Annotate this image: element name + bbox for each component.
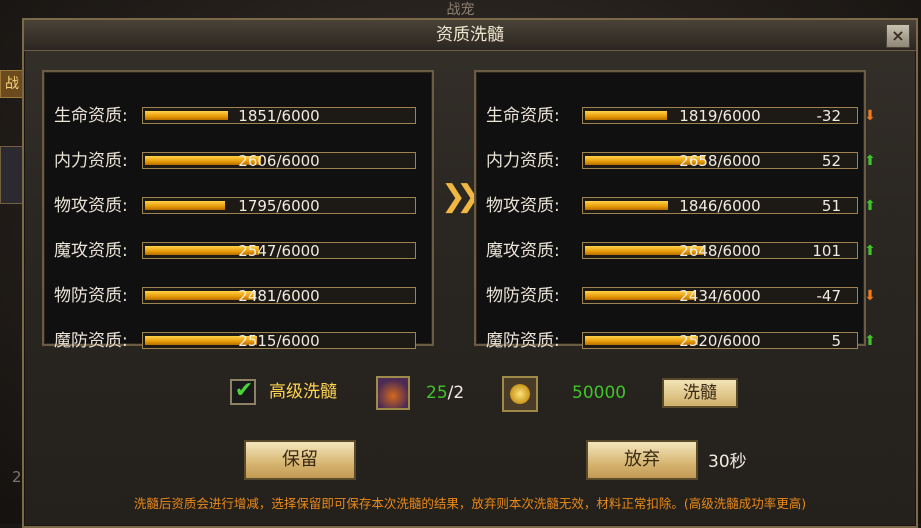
result-row: 生命资质: 1819/6000 -32 ⬇ bbox=[476, 104, 876, 128]
stat-bar: 1819/6000 -32 bbox=[582, 107, 858, 124]
current-row: 物攻资质: 1795/6000 bbox=[44, 194, 432, 218]
arrow-down-icon: ⬇ bbox=[864, 288, 876, 304]
close-button[interactable]: × bbox=[886, 24, 910, 48]
stat-label: 物防资质: bbox=[54, 286, 128, 306]
stat-label: 生命资质: bbox=[486, 106, 560, 126]
dialog-title-bar: 资质洗髓 × bbox=[24, 20, 916, 51]
keep-button[interactable]: 保留 bbox=[244, 440, 356, 480]
current-row: 内力资质: 2606/6000 bbox=[44, 149, 432, 173]
wash-cost-bar: ✔ 高级洗髓 25/2 50000 洗髓 bbox=[216, 372, 776, 412]
potion-need: /2 bbox=[447, 383, 465, 403]
current-aptitude-panel: 生命资质: 1851/6000 内力资质: 2606/6000 物攻资质: 17… bbox=[42, 70, 434, 351]
stat-delta: 5 bbox=[831, 332, 841, 350]
stat-label: 物攻资质: bbox=[54, 196, 128, 216]
abandon-button[interactable]: 放弃 bbox=[586, 440, 698, 480]
stat-bar: 2434/6000 -47 bbox=[582, 287, 858, 304]
stat-label: 物防资质: bbox=[486, 286, 560, 306]
stat-value: 2520/6000 bbox=[679, 332, 761, 350]
stat-label: 魔攻资质: bbox=[54, 241, 128, 261]
stat-label: 魔防资质: bbox=[486, 331, 560, 351]
stat-bar: 1795/6000 bbox=[142, 197, 416, 214]
side-tab-battle[interactable]: 战 bbox=[0, 70, 24, 98]
result-row: 魔防资质: 2520/6000 5 ⬆ bbox=[476, 329, 876, 353]
stat-bar: 2481/6000 bbox=[142, 287, 416, 304]
arrow-up-icon: ⬆ bbox=[864, 333, 876, 349]
current-row: 魔防资质: 2515/6000 bbox=[44, 329, 432, 353]
stat-value: 2547/6000 bbox=[238, 242, 320, 260]
stat-label: 魔防资质: bbox=[54, 331, 128, 351]
stat-bar: 2520/6000 5 bbox=[582, 332, 858, 349]
current-row: 生命资质: 1851/6000 bbox=[44, 104, 432, 128]
background-window-title: 战宠 bbox=[446, 2, 475, 18]
stat-delta: -47 bbox=[816, 287, 842, 305]
double-chevron-right-icon: ❯❯ bbox=[440, 179, 481, 214]
stat-delta: 101 bbox=[812, 242, 841, 260]
side-number: 2 bbox=[12, 468, 22, 486]
coin-face bbox=[510, 384, 530, 404]
potion-count: 25/2 bbox=[426, 381, 464, 405]
stat-bar: 1851/6000 bbox=[142, 107, 416, 124]
stat-bar: 2658/6000 52 bbox=[582, 152, 858, 169]
result-row: 魔攻资质: 2648/6000 101 ⬆ bbox=[476, 239, 876, 263]
stat-label: 内力资质: bbox=[486, 151, 560, 171]
potion-item-icon[interactable] bbox=[376, 376, 410, 410]
coin-amount: 50000 bbox=[572, 383, 627, 403]
arrow-down-icon: ⬇ bbox=[864, 108, 876, 124]
arrow-up-icon: ⬆ bbox=[864, 243, 876, 259]
stat-delta: 51 bbox=[821, 197, 841, 215]
stat-bar: 2606/6000 bbox=[142, 152, 416, 169]
notice-text: 洗髓后资质会进行增减，选择保留即可保存本次洗髓的结果，放弃则本次洗髓无效，材料正… bbox=[133, 496, 807, 511]
advanced-wash-checkbox[interactable]: ✔ bbox=[230, 378, 256, 405]
stat-value: 2606/6000 bbox=[238, 152, 320, 170]
stat-value: 2658/6000 bbox=[679, 152, 761, 170]
check-icon: ✔ bbox=[234, 378, 254, 403]
stat-value: 1851/6000 bbox=[238, 107, 320, 125]
coin-icon[interactable] bbox=[502, 376, 538, 412]
stat-label: 物攻资质: bbox=[486, 196, 560, 216]
result-aptitude-panel: 生命资质: 1819/6000 -32 ⬇ 内力资质: 2658/6000 52… bbox=[474, 70, 876, 351]
stat-value: 1846/6000 bbox=[679, 197, 761, 215]
arrow-up-icon: ⬆ bbox=[864, 198, 876, 214]
current-row: 物防资质: 2481/6000 bbox=[44, 284, 432, 308]
stat-label: 魔攻资质: bbox=[486, 241, 560, 261]
stat-label: 内力资质: bbox=[54, 151, 128, 171]
wash-button[interactable]: 洗髓 bbox=[662, 378, 738, 408]
result-row: 物防资质: 2434/6000 -47 ⬇ bbox=[476, 284, 876, 308]
arrow-up-icon: ⬆ bbox=[864, 153, 876, 169]
stat-bar: 1846/6000 51 bbox=[582, 197, 858, 214]
result-row: 内力资质: 2658/6000 52 ⬆ bbox=[476, 149, 876, 173]
stat-bar: 2648/6000 101 bbox=[582, 242, 858, 259]
potion-have: 25 bbox=[426, 383, 448, 403]
aptitude-wash-dialog: 资质洗髓 × 生命资质: 1851/6000 内力资质: 2606/6000 物… bbox=[22, 18, 918, 528]
result-row: 物攻资质: 1846/6000 51 ⬆ bbox=[476, 194, 876, 218]
countdown-timer: 30秒 bbox=[708, 452, 747, 472]
stat-label: 生命资质: bbox=[54, 106, 128, 126]
stat-delta: -32 bbox=[816, 107, 842, 125]
side-pet-thumbnail[interactable] bbox=[0, 146, 24, 204]
current-row: 魔攻资质: 2547/6000 bbox=[44, 239, 432, 263]
advanced-wash-label: 高级洗髓 bbox=[269, 382, 337, 402]
stat-bar: 2547/6000 bbox=[142, 242, 416, 259]
stat-delta: 52 bbox=[821, 152, 841, 170]
stat-value: 2481/6000 bbox=[238, 287, 320, 305]
stat-value: 2515/6000 bbox=[238, 332, 320, 350]
stat-bar: 2515/6000 bbox=[142, 332, 416, 349]
dialog-title: 资质洗髓 bbox=[436, 25, 504, 45]
stat-value: 1795/6000 bbox=[238, 197, 320, 215]
